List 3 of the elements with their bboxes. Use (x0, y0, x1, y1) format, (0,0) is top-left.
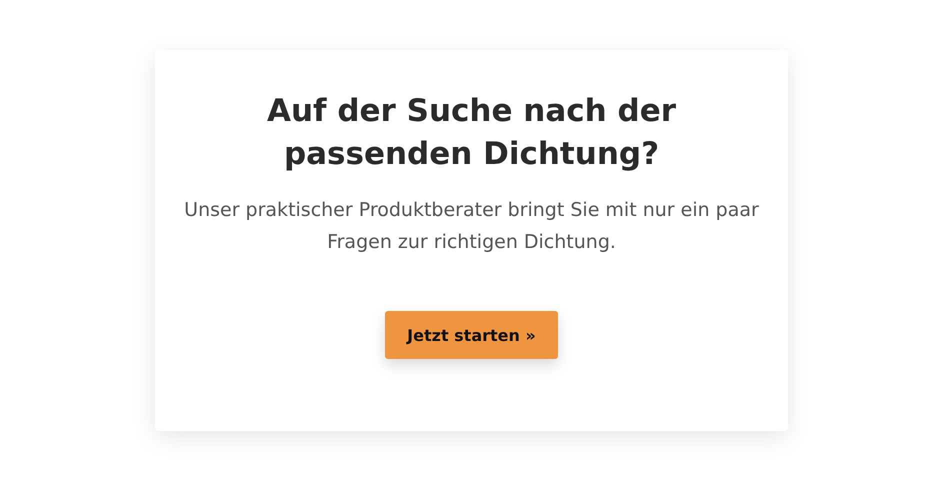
card-title: Auf der Suche nach der passenden Dichtung? (266, 92, 678, 174)
start-button[interactable]: Jetzt starten » (385, 311, 558, 359)
card-description: Unser praktischer Produktberater bringt Sie mit nur ein paar Fragen zur richtigen Dichtung. (183, 198, 760, 255)
